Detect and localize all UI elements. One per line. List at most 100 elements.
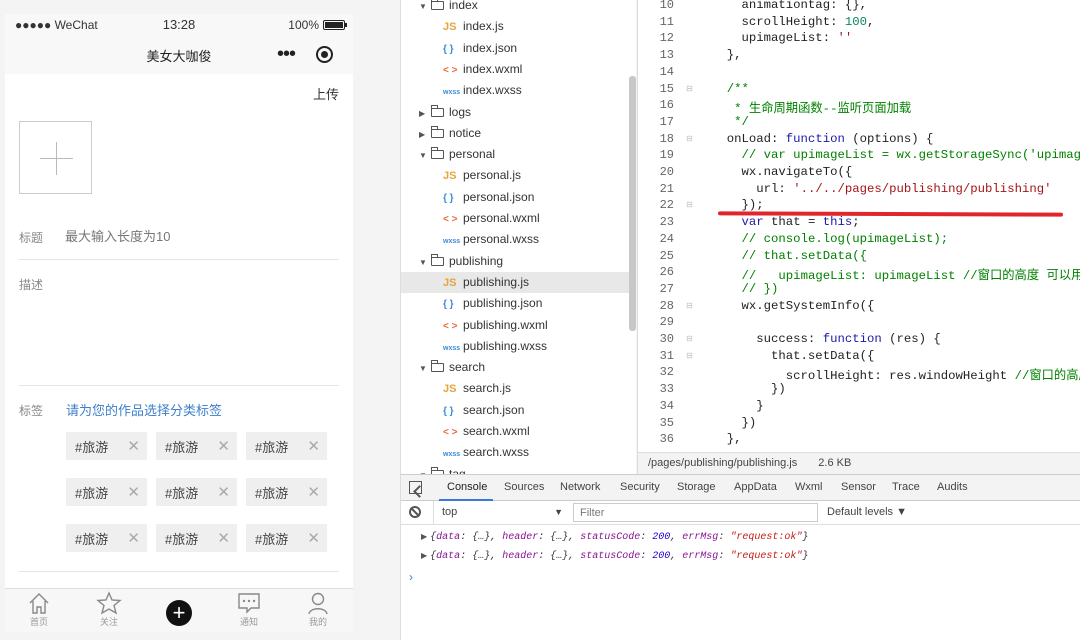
code-line[interactable]: // that.setData({ (712, 249, 867, 263)
code-line[interactable]: }) (712, 382, 786, 396)
code-line[interactable]: var that = this; (712, 215, 860, 229)
file-publishing.json[interactable]: { } publishing.json (401, 293, 636, 314)
console-prompt[interactable]: › (409, 570, 413, 584)
tab-appdata[interactable]: AppData (734, 481, 777, 493)
code-line[interactable]: upimageList: '' (712, 31, 853, 45)
tab-home[interactable]: 首页 (16, 591, 62, 628)
code-line[interactable]: url: '../../pages/publishing/publishing' (712, 182, 1051, 196)
tab-mine[interactable]: 我的 (295, 591, 341, 628)
file-tree-scrollbar[interactable] (629, 76, 636, 331)
title-input[interactable] (65, 225, 325, 247)
folder-search[interactable]: ▼ search (419, 357, 635, 378)
close-icon[interactable]: ✕ (127, 529, 140, 547)
tag-select-link[interactable]: 请为您的作品选择分类标签 (66, 400, 222, 419)
file-search.wxml[interactable]: < > search.wxml (401, 421, 636, 442)
code-line[interactable]: }); (712, 198, 764, 212)
folder-tag[interactable]: ▼ tag (419, 464, 635, 474)
close-icon[interactable]: ✕ (127, 437, 140, 455)
close-icon[interactable]: ✕ (307, 483, 320, 501)
code-line[interactable]: // upimageList: upimageList //窗口的高度 可以用在… (712, 265, 1080, 283)
tab-follow[interactable]: 关注 (86, 591, 132, 628)
tab-sensor[interactable]: Sensor (841, 481, 876, 493)
tab-audits[interactable]: Audits (937, 481, 968, 493)
fold-icon[interactable]: ⊟ (686, 334, 693, 343)
close-icon[interactable]: ✕ (217, 483, 230, 501)
tag-chip[interactable]: #旅游 ✕ (156, 432, 237, 460)
file-personal.json[interactable]: { } personal.json (401, 187, 636, 208)
file-index.json[interactable]: { } index.json (401, 38, 636, 59)
tab-network[interactable]: Network (560, 481, 600, 493)
file-search.json[interactable]: { } search.json (401, 400, 636, 421)
folder-index[interactable]: ▼ index (419, 0, 635, 16)
tab-storage[interactable]: Storage (677, 481, 716, 493)
context-select[interactable]: top ▼ (433, 501, 563, 524)
tag-chip[interactable]: #旅游 ✕ (246, 432, 327, 460)
file-index.wxml[interactable]: < > index.wxml (401, 59, 636, 80)
inspect-icon[interactable] (409, 481, 422, 494)
folder-publishing[interactable]: ▼ publishing (419, 251, 635, 272)
code-line[interactable]: that.setData({ (712, 349, 874, 363)
fold-icon[interactable]: ⊟ (686, 200, 693, 209)
fold-icon[interactable]: ⊟ (686, 84, 693, 93)
code-line[interactable]: wx.getSystemInfo({ (712, 299, 875, 313)
file-index.wxss[interactable]: wxss index.wxss (401, 80, 636, 101)
fold-icon[interactable]: ⊟ (686, 351, 693, 360)
clear-console-icon[interactable] (409, 506, 421, 518)
filter-input[interactable] (573, 503, 818, 522)
caret-down-icon[interactable]: ▼ (419, 358, 431, 379)
tag-chip[interactable]: #旅游 ✕ (246, 524, 327, 552)
file-index.js[interactable]: JS index.js (401, 16, 636, 37)
close-icon[interactable]: ✕ (217, 437, 230, 455)
caret-down-icon[interactable]: ▼ (419, 145, 431, 166)
tag-chip[interactable]: #旅游 ✕ (66, 524, 147, 552)
code-line[interactable]: wx.navigateTo({ (712, 165, 853, 179)
desc-textarea[interactable] (65, 272, 335, 382)
tab-wxml[interactable]: Wxml (795, 481, 823, 493)
code-line[interactable]: }, (712, 48, 742, 62)
file-personal.wxss[interactable]: wxss personal.wxss (401, 229, 636, 250)
code-line[interactable]: animationtag: {}, (712, 0, 867, 12)
close-icon[interactable]: ✕ (127, 483, 140, 501)
caret-down-icon[interactable]: ▼ (419, 465, 431, 474)
tag-chip[interactable]: #旅游 ✕ (156, 524, 237, 552)
file-personal.js[interactable]: JS personal.js (401, 165, 636, 186)
upload-button[interactable]: 上传 (313, 84, 339, 103)
caret-down-icon[interactable]: ▼ (419, 0, 431, 17)
file-publishing.wxss[interactable]: wxss publishing.wxss (401, 336, 636, 357)
tab-trace[interactable]: Trace (892, 481, 920, 493)
code-line[interactable]: scrollHeight: 100, (712, 15, 875, 29)
code-line[interactable]: success: function (res) { (712, 332, 941, 346)
more-icon[interactable]: ••• (277, 43, 296, 66)
caret-right-icon[interactable]: ▶ (419, 124, 431, 145)
tag-chip[interactable]: #旅游 ✕ (66, 432, 147, 460)
fold-icon[interactable]: ⊟ (686, 301, 693, 310)
console-log-entry[interactable]: ▶ {data: {…}, header: {…}, statusCode: 20… (421, 551, 808, 562)
tab-notice[interactable]: 通知 (226, 591, 272, 628)
tab-sources[interactable]: Sources (504, 481, 544, 493)
file-personal.wxml[interactable]: < > personal.wxml (401, 208, 636, 229)
console-log-entry[interactable]: ▶ {data: {…}, header: {…}, statusCode: 20… (421, 532, 808, 543)
tag-chip[interactable]: #旅游 ✕ (246, 478, 327, 506)
tab-security[interactable]: Security (620, 481, 660, 493)
code-line[interactable]: * 生命周期函数--监听页面加载 (712, 98, 911, 116)
tab-console[interactable]: Console (447, 481, 487, 493)
close-icon[interactable]: ✕ (307, 437, 320, 455)
add-image-button[interactable] (19, 121, 92, 194)
code-line[interactable]: // console.log(upimageList); (712, 232, 949, 246)
tag-chip[interactable]: #旅游 ✕ (66, 478, 147, 506)
code-editor[interactable]: 10 animationtag: {}, 11 scrollHeight: 100… (637, 0, 1080, 452)
code-line[interactable]: */ (712, 115, 749, 129)
code-line[interactable]: /** (712, 82, 749, 96)
file-search.wxss[interactable]: wxss search.wxss (401, 442, 636, 463)
file-search.js[interactable]: JS search.js (401, 378, 636, 399)
code-line[interactable]: // var upimageList = wx.getStorageSync('… (712, 148, 1080, 162)
folder-logs[interactable]: ▶ logs (419, 102, 635, 123)
code-line[interactable]: } (712, 399, 763, 413)
close-icon[interactable]: ✕ (217, 529, 230, 547)
fold-icon[interactable]: ⊟ (686, 134, 693, 143)
code-line[interactable]: }) (712, 416, 757, 430)
close-icon[interactable]: ✕ (307, 529, 320, 547)
close-capsule-icon[interactable] (316, 46, 333, 63)
folder-personal[interactable]: ▼ personal (419, 144, 635, 165)
caret-down-icon[interactable]: ▼ (419, 252, 431, 273)
